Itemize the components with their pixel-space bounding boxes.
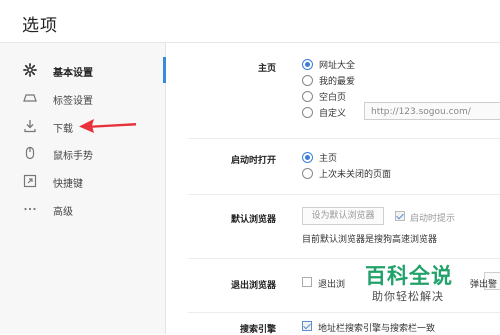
tab-icon — [23, 91, 37, 105]
section-divider — [188, 194, 500, 195]
custom-url-input[interactable]: http://123.sogou.com/ — [364, 102, 500, 120]
shortcut-icon — [23, 174, 37, 188]
radio-button[interactable] — [302, 107, 313, 118]
radio-label: 我的最爱 — [319, 77, 356, 87]
section-divider — [188, 312, 500, 313]
sidebar-item-tab-settings[interactable]: 标签设置 — [0, 85, 165, 111]
more-icon — [23, 202, 37, 216]
sidebar-item-advanced[interactable]: 高级 — [0, 196, 165, 222]
radio-button[interactable] — [302, 59, 313, 70]
radio-label: 网址大全 — [319, 61, 356, 71]
radio-label: 自定义 — [319, 109, 347, 119]
sidebar-item-label: 下载 — [53, 124, 73, 135]
homepage-label: 主页 — [257, 64, 276, 74]
sidebar: 基本设置 标签设置 下载 鼠标手势 快捷键 高级 — [0, 43, 166, 334]
sidebar-item-label: 基本设置 — [53, 68, 93, 79]
default-browser-status: 目前默认浏览器是搜狗高速浏览器 — [302, 235, 438, 245]
radio-button[interactable] — [302, 75, 313, 86]
radio-label: 主页 — [319, 154, 338, 164]
radio-button[interactable] — [302, 152, 313, 163]
radio-label: 上次未关闭的页面 — [319, 170, 392, 180]
sidebar-item-label: 快捷键 — [53, 179, 83, 190]
sidebar-item-label: 鼠标手势 — [53, 151, 93, 162]
startup-label: 启动时打开 — [230, 156, 276, 166]
radio-button[interactable] — [302, 168, 313, 179]
set-default-browser-button[interactable]: 设为默认浏览器 — [302, 207, 384, 225]
watermark-subtitle: 助你轻松解决 — [372, 290, 444, 303]
watermark-title: 百科全说 — [365, 264, 453, 288]
section-divider — [188, 258, 500, 259]
radio-label: 空白页 — [319, 93, 347, 103]
exit-browser-checkbox[interactable] — [302, 277, 312, 287]
search-engine-label: 搜索引擎 — [239, 325, 276, 335]
default-browser-label: 默认浏览器 — [230, 215, 276, 225]
mouse-icon — [23, 146, 37, 160]
radio-button[interactable] — [302, 91, 313, 102]
gear-icon — [23, 63, 37, 77]
startup-prompt-label: 启动时提示 — [410, 214, 456, 224]
exit-partial-text: 弹出警 — [470, 280, 498, 290]
exit-browser-option-label: 退出浏 — [318, 280, 346, 290]
sidebar-item-label: 高级 — [53, 207, 73, 218]
sidebar-item-shortcuts[interactable]: 快捷键 — [0, 168, 165, 194]
download-icon — [23, 119, 37, 133]
window-title: 选项 — [22, 16, 58, 36]
sidebar-item-label: 标签设置 — [53, 96, 93, 107]
sidebar-item-basic-settings[interactable]: 基本设置 — [0, 57, 166, 83]
exit-browser-label: 退出浏览器 — [230, 281, 276, 291]
sidebar-item-mouse-gestures[interactable]: 鼠标手势 — [0, 140, 165, 166]
section-divider — [188, 138, 500, 139]
active-indicator — [163, 57, 166, 83]
startup-prompt-checkbox[interactable] — [395, 211, 405, 221]
annotation-arrow-icon — [79, 119, 136, 133]
search-engine-checkbox[interactable] — [302, 321, 312, 331]
search-engine-option-label: 地址栏搜索引擎与搜索栏一致 — [318, 324, 436, 334]
